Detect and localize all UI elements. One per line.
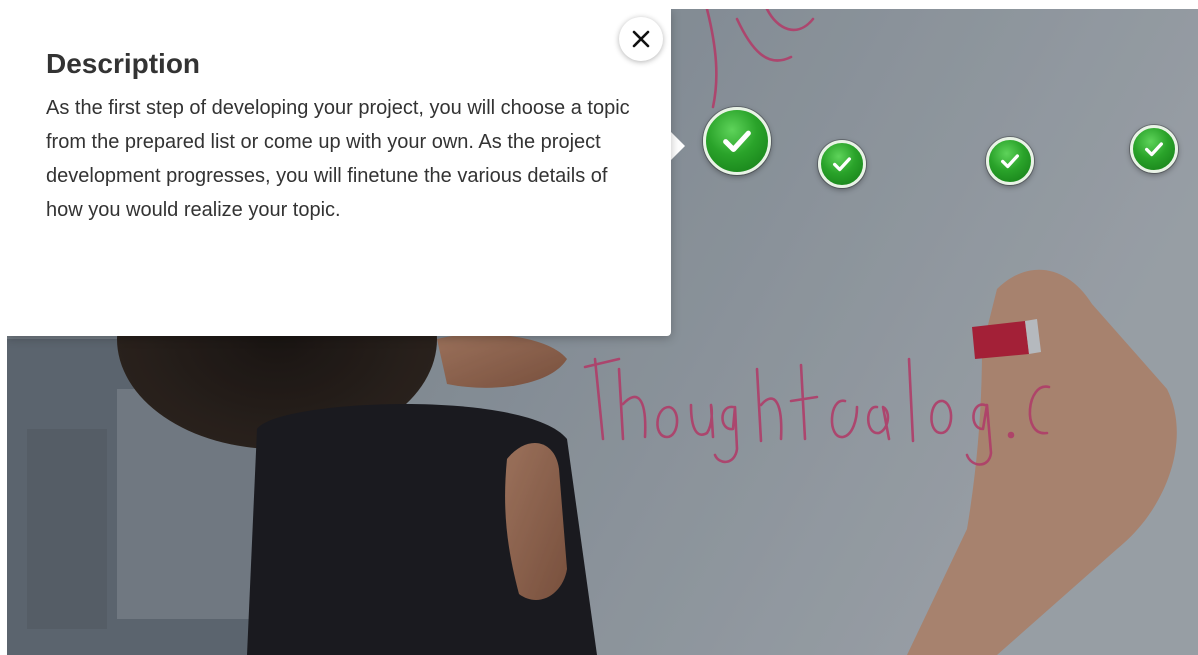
checkmark-icon [723,130,751,153]
hotspot-marker[interactable] [1130,125,1178,173]
popup-pointer-arrow [671,132,685,160]
hotspot-marker[interactable] [818,140,866,188]
checkmark-icon [833,157,851,172]
close-button[interactable] [619,17,663,61]
checkmark-icon [1145,142,1163,157]
popup-title: Description [46,48,201,79]
hotspot-marker-active[interactable] [703,107,771,175]
description-popup: Description As the first step of develop… [7,9,671,336]
image-hotspot-stage: Description As the first step of develop… [7,9,1198,655]
hotspot-marker[interactable] [986,137,1034,185]
close-icon [632,30,650,48]
checkmark-icon [1001,154,1019,169]
popup-body-text: As the first step of developing your pro… [46,97,630,221]
